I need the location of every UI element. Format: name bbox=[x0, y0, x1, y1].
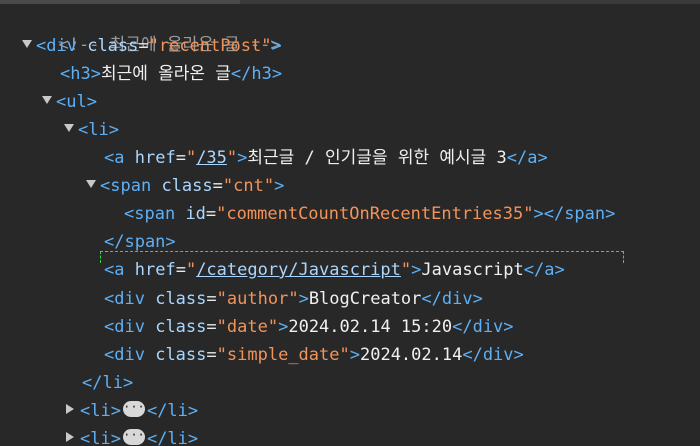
inner-span-id-value: commentCountOnRecentEntries35 bbox=[226, 204, 524, 224]
author-text: BlogCreator bbox=[308, 289, 422, 309]
simple-date-class-value: simple_date bbox=[226, 345, 340, 365]
expand-ellipsis-button[interactable]: ··· bbox=[122, 429, 145, 445]
dom-node-ul[interactable]: <ul> bbox=[42, 89, 97, 116]
expand-triangle-icon[interactable] bbox=[66, 404, 74, 414]
collapse-triangle-icon[interactable] bbox=[42, 96, 52, 104]
dom-node-span-comment-count[interactable]: <span id="commentCountOnRecentEntries35"… bbox=[124, 201, 615, 228]
a-category-href-link[interactable]: /category/Javascript bbox=[196, 260, 401, 280]
dom-node-li-collapsed[interactable]: <li> ··· </li> bbox=[66, 398, 198, 425]
dom-node-li-close[interactable]: </li> bbox=[82, 370, 133, 397]
dom-node-li-expanded[interactable]: <li> bbox=[64, 117, 119, 144]
dom-node-li-collapsed[interactable]: <li> ··· </li> bbox=[66, 426, 198, 446]
dom-node-div-recentpost[interactable]: <div class="recentPost"> bbox=[22, 33, 282, 60]
author-class-value: author bbox=[226, 289, 289, 309]
collapse-triangle-icon[interactable] bbox=[64, 124, 74, 132]
dom-node-div-simple-date[interactable]: <div class="simple_date">2024.02.14</div… bbox=[104, 342, 524, 369]
expand-triangle-icon[interactable] bbox=[66, 432, 74, 442]
div-class-value: recentPost bbox=[158, 36, 262, 56]
dom-node-a-category[interactable]: <a href="/category/Javascript">Javascrip… bbox=[104, 257, 565, 284]
date-class-value: date bbox=[226, 317, 268, 337]
collapse-triangle-icon[interactable] bbox=[86, 180, 96, 188]
expand-ellipsis-button[interactable]: ··· bbox=[122, 401, 145, 417]
devtools-top-strip bbox=[0, 0, 700, 4]
a-post-href-link[interactable]: /35 bbox=[196, 148, 227, 168]
dom-node-span-cnt[interactable]: <span class="cnt"> bbox=[86, 173, 284, 200]
dom-node-h3[interactable]: <h3>최근에 올라온 글</h3> bbox=[60, 61, 282, 88]
simple-date-text: 2024.02.14 bbox=[359, 345, 463, 365]
dom-node-div-date[interactable]: <div class="date">2024.02.14 15:20</div> bbox=[104, 314, 514, 341]
devtools-top-strip-accent bbox=[0, 0, 240, 4]
dom-node-comment[interactable]: <!-- 최근에 올라온 글 --> bbox=[38, 5, 280, 55]
date-text: 2024.02.14 15:20 bbox=[288, 317, 453, 337]
dom-node-div-author[interactable]: <div class="author">BlogCreator</div> bbox=[104, 286, 483, 313]
h3-text: 최근에 올라온 글 bbox=[100, 64, 231, 84]
a-post-text: 최근글 / 인기글을 위한 예시글 3 bbox=[247, 148, 507, 168]
collapse-triangle-icon[interactable] bbox=[22, 40, 32, 48]
span-class-value: cnt bbox=[233, 176, 264, 196]
a-category-text: Javascript bbox=[421, 260, 524, 280]
dom-node-a-post[interactable]: <a href="/35">최근글 / 인기글을 위한 예시글 3</a> bbox=[104, 145, 548, 172]
